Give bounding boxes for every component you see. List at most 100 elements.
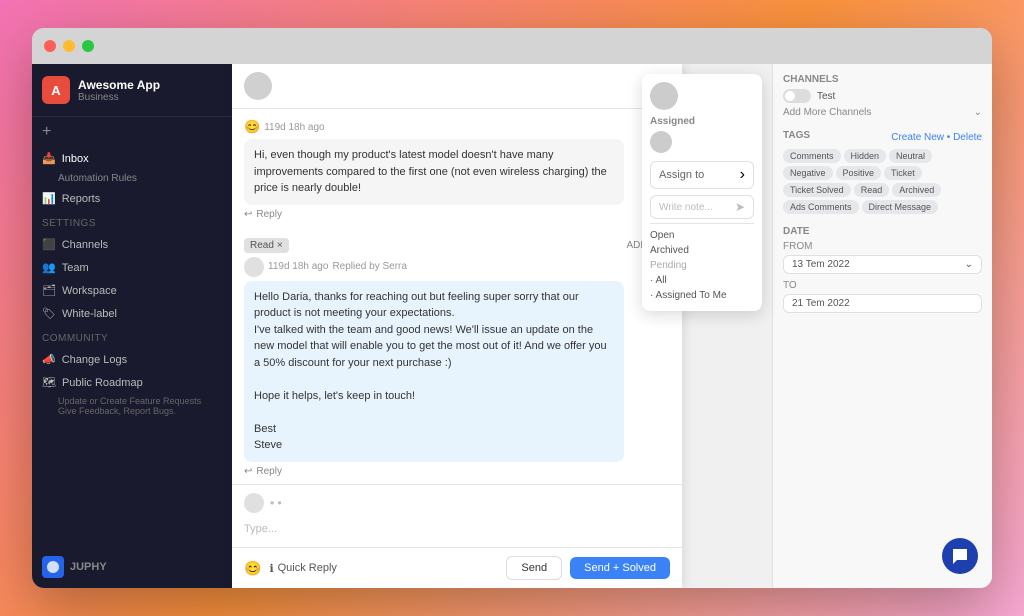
- quick-reply-info-icon: ℹ: [269, 562, 273, 575]
- from-date-icon: ⌄: [965, 259, 973, 270]
- right-panel: Channels Test Add More Channels ⌄ Tags C…: [772, 64, 992, 588]
- reply-button-2[interactable]: ↩ Reply: [244, 466, 670, 477]
- sidebar-item-roadmap[interactable]: 🗺 Public Roadmap: [32, 371, 232, 394]
- status-assign-all[interactable]: · All: [650, 273, 754, 288]
- typing-row: • •: [244, 493, 670, 513]
- tag-direct-message[interactable]: Direct Message: [862, 200, 939, 214]
- maximize-dot[interactable]: [82, 40, 94, 52]
- community-section-label: Community: [32, 325, 232, 348]
- assign-to-row[interactable]: Assign to ›: [650, 161, 754, 189]
- tags-links[interactable]: Create New • Delete: [891, 132, 982, 143]
- send-solved-button[interactable]: Send + Solved: [570, 557, 670, 579]
- to-date-value: 21 Tem 2022: [792, 298, 850, 309]
- tag-ticket[interactable]: Ticket: [884, 166, 922, 180]
- reply-icon-1: ↩: [244, 209, 252, 220]
- tag-read[interactable]: Read: [854, 183, 890, 197]
- add-button[interactable]: +: [32, 117, 232, 147]
- status-assigned-to-me[interactable]: · Assigned To Me: [650, 288, 754, 303]
- app-window: A Awesome App Business + 📥 Inbox Automat…: [32, 28, 992, 588]
- write-note-input[interactable]: Write note...: [659, 202, 731, 213]
- sidebar: A Awesome App Business + 📥 Inbox Automat…: [32, 64, 232, 588]
- tag-ticket-solved[interactable]: Ticket Solved: [783, 183, 851, 197]
- status-overlay-avatar: [650, 82, 678, 110]
- message-bubble-2: Hello Daria, thanks for reaching out but…: [244, 281, 624, 462]
- juphy-logo-icon: [42, 556, 64, 578]
- sidebar-item-channels[interactable]: ⬛ Channels: [32, 233, 232, 256]
- add-channels-button[interactable]: Add More Channels ⌄: [783, 107, 982, 118]
- message-meta-2: 119d 18h ago Replied by Serra: [244, 257, 670, 277]
- message-block-1: 😊 119d 18h ago Hi, even though my produc…: [244, 119, 670, 220]
- tag-neutral[interactable]: Neutral: [889, 149, 932, 163]
- tag-ads-comments[interactable]: Ads Comments: [783, 200, 859, 214]
- message-block-2: 119d 18h ago Replied by Serra Hello Dari…: [244, 257, 670, 477]
- app-name: Awesome App: [78, 78, 160, 92]
- from-date-input[interactable]: 13 Tem 2022 ⌄: [783, 255, 982, 274]
- reply-label-2: Reply: [256, 466, 282, 477]
- note-send-icon[interactable]: ➤: [735, 200, 745, 214]
- tag-comments[interactable]: Comments: [783, 149, 841, 163]
- add-channels-label: Add More Channels: [783, 107, 871, 118]
- status-pending[interactable]: Pending: [650, 258, 754, 273]
- message-meta-1: 😊 119d 18h ago: [244, 119, 670, 135]
- sidebar-item-inbox[interactable]: 📥 Inbox: [32, 147, 232, 170]
- sidebar-item-automation[interactable]: Automation Rules: [32, 170, 232, 187]
- inbox-icon: 📥: [42, 152, 56, 165]
- sidebar-item-workspace[interactable]: 🗂 Workspace: [32, 279, 232, 302]
- conversation-avatar: [244, 72, 272, 100]
- close-dot[interactable]: [44, 40, 56, 52]
- message-bubble-1: Hi, even though my product's latest mode…: [244, 139, 624, 205]
- tag-hidden[interactable]: Hidden: [844, 149, 887, 163]
- emoji-picker-icon[interactable]: 😊: [244, 560, 261, 577]
- app-sub: Business: [78, 92, 160, 103]
- status-list: Open Archived Pending · All · Assigned T…: [650, 228, 754, 303]
- reply-button-1[interactable]: ↩ Reply: [244, 209, 670, 220]
- settings-section-label: Settings: [32, 210, 232, 233]
- status-archived[interactable]: Archived: [650, 243, 754, 258]
- read-tag[interactable]: Read ×: [244, 238, 289, 253]
- team-icon: 👥: [42, 261, 56, 274]
- tags-section: Tags Create New • Delete Comments Hidden…: [783, 130, 982, 214]
- channels-section: Channels Test Add More Channels ⌄: [783, 74, 982, 118]
- assign-to-label: Assign to: [659, 169, 704, 181]
- tag-positive[interactable]: Positive: [836, 166, 882, 180]
- conversation-messages: 😊 119d 18h ago Hi, even though my produc…: [232, 109, 682, 484]
- reports-icon: 📊: [42, 192, 56, 205]
- quick-reply-label: Quick Reply: [278, 562, 337, 574]
- read-tag-label: Read: [250, 240, 274, 251]
- sidebar-header: A Awesome App Business: [32, 64, 232, 117]
- changelogs-label: Change Logs: [62, 354, 127, 366]
- inbox-label: Inbox: [62, 153, 89, 165]
- status-overlay: Assigned Assign to › Write note... ➤ Ope…: [642, 74, 762, 311]
- channel-toggle-test: Test: [783, 89, 982, 103]
- title-bar: [32, 28, 992, 64]
- conversation-header: [232, 64, 682, 109]
- typing-indicator: • •: [270, 496, 282, 510]
- status-open[interactable]: Open: [650, 228, 754, 243]
- sidebar-item-changelogs[interactable]: 📣 Change Logs: [32, 348, 232, 371]
- tag-negative[interactable]: Negative: [783, 166, 833, 180]
- conversation-footer: 😊 ℹ Quick Reply Send Send + Solved: [232, 547, 682, 588]
- roadmap-icon: 🗺: [42, 376, 56, 389]
- whitelabel-icon: 🏷: [42, 307, 56, 320]
- minimize-dot[interactable]: [63, 40, 75, 52]
- app-body: A Awesome App Business + 📥 Inbox Automat…: [32, 64, 992, 588]
- sidebar-item-team[interactable]: 👥 Team: [32, 256, 232, 279]
- sidebar-footer: JUPHY: [32, 546, 232, 588]
- send-button[interactable]: Send: [506, 556, 562, 580]
- tag-archived[interactable]: Archived: [892, 183, 941, 197]
- replied-label: Replied by Serra: [332, 261, 406, 272]
- to-date-input[interactable]: 21 Tem 2022: [783, 294, 982, 313]
- whitelabel-label: White-label: [62, 308, 117, 320]
- sidebar-item-whitelabel[interactable]: 🏷 White-label: [32, 302, 232, 325]
- message-input[interactable]: Type...: [244, 519, 670, 539]
- chat-fab-button[interactable]: [942, 538, 978, 574]
- tags-section-label: Tags: [783, 130, 810, 141]
- changelogs-icon: 📣: [42, 353, 56, 366]
- channel-toggle[interactable]: [783, 89, 811, 103]
- to-label: TO: [783, 280, 982, 291]
- tag-close-icon[interactable]: ×: [277, 240, 283, 251]
- quick-reply-button[interactable]: ℹ Quick Reply: [269, 562, 336, 575]
- conversation-panel: 😊 119d 18h ago Hi, even though my produc…: [232, 64, 682, 588]
- channels-label: Channels: [62, 239, 108, 251]
- sidebar-item-reports[interactable]: 📊 Reports: [32, 187, 232, 210]
